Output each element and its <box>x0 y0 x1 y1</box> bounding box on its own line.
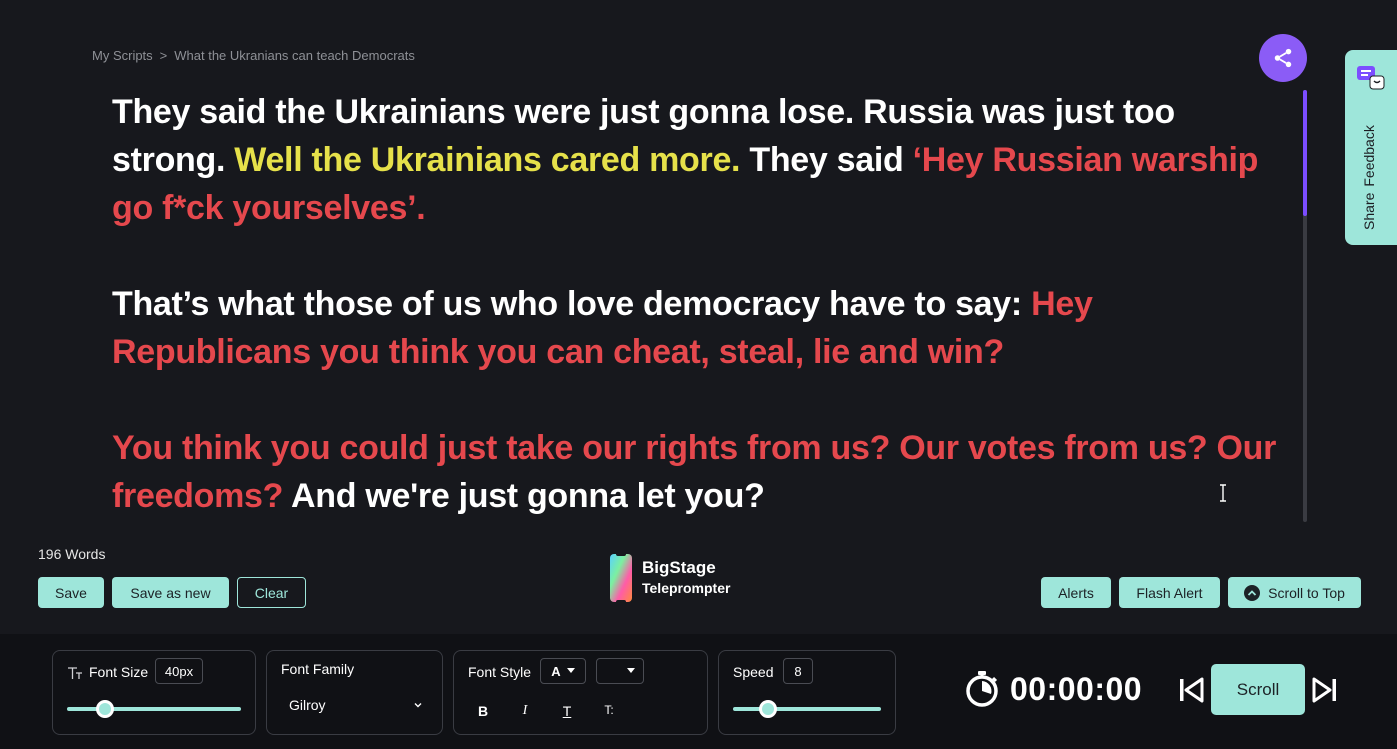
clear-button[interactable]: Clear <box>237 577 306 608</box>
save-as-new-button[interactable]: Save as new <box>112 577 229 608</box>
scroll-to-top-label: Scroll to Top <box>1268 584 1345 601</box>
feedback-label: Share Feedback <box>1361 125 1377 230</box>
script-segment-white: And we're just gonna let you? <box>283 477 765 515</box>
breadcrumb-separator: > <box>159 48 168 63</box>
stopwatch-icon <box>966 671 998 707</box>
script-text-area[interactable]: They said the Ukrainians were just gonna… <box>112 88 1282 520</box>
speed-label: Speed <box>733 664 774 680</box>
share-feedback-tab[interactable]: Share Feedback <box>1345 50 1397 245</box>
breadcrumb-root-link[interactable]: My Scripts <box>92 48 153 63</box>
font-size-label: Font Size <box>89 664 149 680</box>
text-cursor-icon <box>1220 484 1226 502</box>
share-icon <box>1274 48 1292 68</box>
feedback-word-share: Share <box>1361 192 1377 230</box>
font-size-input[interactable]: 40px <box>155 658 203 684</box>
skip-back-icon[interactable] <box>1178 677 1204 703</box>
share-button[interactable] <box>1259 34 1307 82</box>
bold-button[interactable]: B <box>473 703 493 719</box>
script-paragraph: You think you could just take our rights… <box>112 424 1282 520</box>
speed-input[interactable]: 8 <box>783 658 813 684</box>
breadcrumb: My Scripts > What the Ukranians can teac… <box>92 48 415 63</box>
timer-value: 00:00:00 <box>1010 670 1143 707</box>
save-button[interactable]: Save <box>38 577 104 608</box>
flash-alert-button[interactable]: Flash Alert <box>1119 577 1220 608</box>
speed-panel: Speed 8 <box>718 650 896 735</box>
chat-feedback-icon <box>1357 66 1385 90</box>
chevron-up-circle-icon <box>1244 584 1261 601</box>
caps-button[interactable]: T: <box>599 703 619 717</box>
font-size-slider-knob[interactable] <box>96 700 114 718</box>
font-color-select[interactable]: A <box>540 658 586 684</box>
underline-button[interactable]: T <box>557 703 577 719</box>
font-style-label: Font Style <box>468 664 532 680</box>
font-color-value: A <box>551 663 561 679</box>
scroll-to-top-button[interactable]: Scroll to Top <box>1228 577 1361 608</box>
word-count: 196 Words <box>38 546 106 562</box>
logo-line2: Teleprompter <box>642 580 731 596</box>
scroll-button[interactable]: Scroll <box>1211 664 1305 715</box>
script-paragraph: That’s what those of us who love democra… <box>112 280 1282 376</box>
script-segment-yellow: Well the Ukrainians cared more. <box>234 141 741 179</box>
script-segment-white: They said <box>740 141 913 179</box>
script-segment-white: That’s what those of us who love democra… <box>112 285 1032 323</box>
font-family-panel: Font Family Gilroy <box>266 650 443 735</box>
caret-down-icon <box>566 668 575 673</box>
script-scrollbar-thumb[interactable] <box>1303 90 1307 216</box>
font-size-slider[interactable] <box>67 700 241 718</box>
speed-slider-knob[interactable] <box>759 700 777 718</box>
skip-forward-icon[interactable] <box>1312 677 1338 703</box>
timer: 00:00:00 <box>964 670 1142 708</box>
italic-button[interactable]: I <box>515 703 535 719</box>
font-family-select[interactable]: Gilroy <box>281 691 431 719</box>
script-paragraph: They said the Ukrainians were just gonna… <box>112 88 1282 232</box>
font-style-panel: Font Style A B I T T: <box>453 650 708 735</box>
feedback-word-feedback: Feedback <box>1361 125 1377 187</box>
alerts-button[interactable]: Alerts <box>1041 577 1111 608</box>
script-scrollbar[interactable] <box>1303 90 1307 522</box>
bigstage-logo: BigStage Teleprompter <box>608 552 730 604</box>
caret-down-icon <box>627 668 635 673</box>
teleprompter-logo-icon <box>610 552 632 604</box>
font-family-value: Gilroy <box>289 697 326 713</box>
speed-slider[interactable] <box>733 700 881 718</box>
highlight-color-select[interactable] <box>596 658 644 684</box>
chevron-down-icon <box>414 703 422 708</box>
font-size-panel: Font Size 40px <box>52 650 256 735</box>
logo-line1: BigStage <box>642 558 716 577</box>
font-size-icon <box>68 667 82 679</box>
font-family-label: Font Family <box>281 661 355 677</box>
breadcrumb-current: What the Ukranians can teach Democrats <box>174 48 415 63</box>
